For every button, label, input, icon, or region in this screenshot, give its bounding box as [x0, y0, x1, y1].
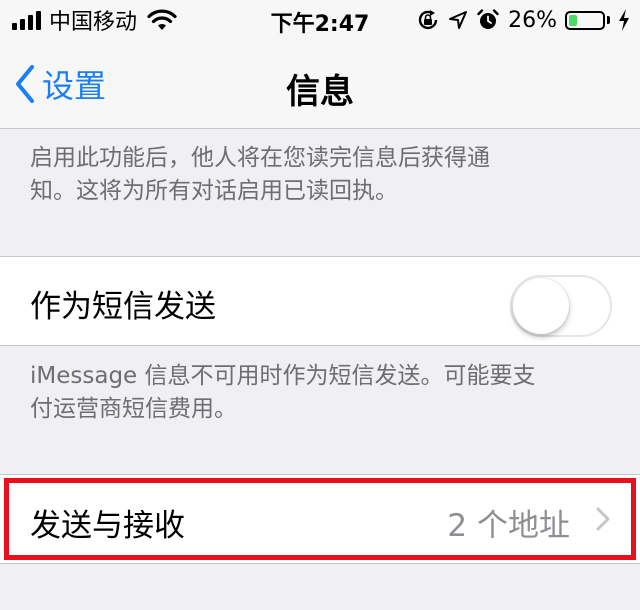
battery-percent: 26%	[508, 7, 557, 33]
rotation-lock-icon	[418, 10, 438, 30]
chevron-right-icon	[596, 507, 610, 531]
send-receive-detail: 2 个地址	[447, 508, 570, 544]
battery-cap	[607, 16, 610, 24]
send-receive-label: 发送与接收	[30, 508, 185, 544]
toggle-knob	[513, 278, 569, 334]
charging-bolt-icon	[619, 9, 629, 31]
read-receipts-note: 启用此功能后，他人将在您读完信息后获得通 知。这将为所有对话启用已读回执。	[30, 142, 616, 208]
send-as-sms-note-line-1: iMessage 信息不可用时作为短信发送。可能要支	[30, 363, 536, 389]
send-as-sms-toggle[interactable]	[510, 275, 612, 337]
page-title: 信息	[286, 72, 354, 112]
send-as-sms-note: iMessage 信息不可用时作为短信发送。可能要支 付运营商短信费用。	[30, 360, 616, 426]
battery-icon	[565, 10, 605, 30]
read-receipts-note-line-1: 启用此功能后，他人将在您读完信息后获得通	[30, 145, 490, 171]
alarm-icon	[477, 9, 499, 29]
status-bar-right: 26%	[416, 6, 630, 34]
send-as-sms-note-line-2: 付运营商短信费用。	[30, 396, 237, 422]
battery-level-fill	[569, 14, 577, 26]
read-receipts-note-line-2: 知。这将为所有对话启用已读回执。	[30, 178, 398, 204]
location-arrow-icon	[449, 11, 468, 29]
send-as-sms-row: 作为短信发送	[0, 256, 640, 346]
send-as-sms-label: 作为短信发送	[30, 289, 216, 325]
send-receive-row[interactable]: 发送与接收 2 个地址	[0, 474, 640, 564]
status-bar: 中国移动 下午2:47 26%	[0, 0, 640, 40]
navigation-bar: 设置 信息	[0, 40, 640, 129]
